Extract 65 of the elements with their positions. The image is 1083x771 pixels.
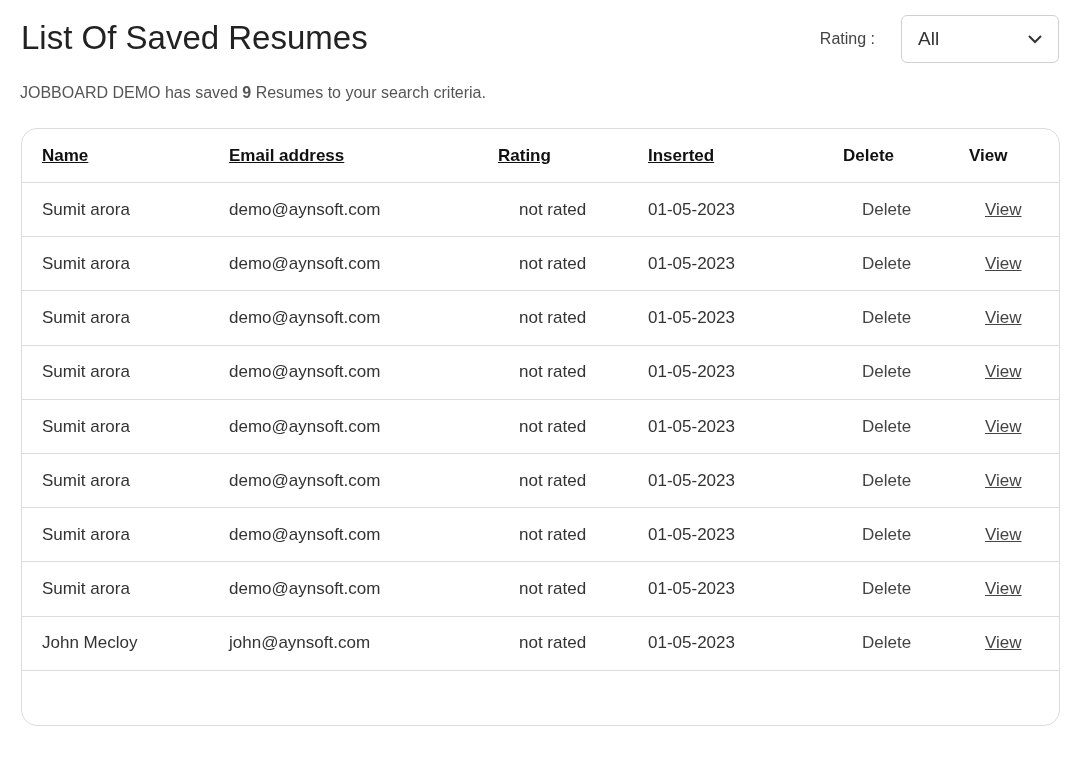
date-cell-text: 01-05-2023 <box>648 578 736 601</box>
view-link[interactable]: View <box>985 362 1022 382</box>
column-header-link[interactable]: Name <box>42 145 89 165</box>
name-cell-text: Sumit arora <box>42 307 131 330</box>
name-cell-text: Sumit arora <box>42 361 131 384</box>
delete-button[interactable]: Delete <box>862 521 912 548</box>
view-link[interactable]: View <box>985 416 1022 436</box>
email-cell-text: demo@aynsoft.com <box>229 253 382 276</box>
view-link[interactable]: View <box>985 524 1022 544</box>
date-cell-text: 01-05-2023 <box>648 253 736 276</box>
name-cell-text: Sumit arora <box>42 415 131 438</box>
email-cell-text: demo@aynsoft.com <box>229 198 382 221</box>
name-cell-text: John Mecloy <box>42 632 139 655</box>
rating-cell: not rated <box>519 254 587 274</box>
rating-cell: not rated <box>519 199 587 219</box>
date-cell-text: 01-05-2023 <box>648 415 736 438</box>
date-cell-text: 01-05-2023 <box>648 361 736 384</box>
view-link[interactable]: View <box>985 470 1022 490</box>
email-cell-text: demo@aynsoft.com <box>229 415 382 438</box>
view-link[interactable]: View <box>985 308 1022 328</box>
delete-button[interactable]: Delete <box>862 576 912 602</box>
delete-button[interactable]: Delete <box>862 251 912 277</box>
email-cell-text: demo@aynsoft.com <box>229 361 382 384</box>
delete-button[interactable]: Delete <box>862 413 912 440</box>
rating-cell: not rated <box>519 633 587 653</box>
name-cell-text: Sumit arora <box>42 198 131 221</box>
delete-button[interactable]: Delete <box>862 359 912 385</box>
name-cell-text: Sumit arora <box>42 253 131 276</box>
view-link[interactable]: View <box>985 633 1022 653</box>
name-cell-text: Sumit arora <box>42 578 131 601</box>
date-cell-text: 01-05-2023 <box>648 469 736 492</box>
rating-cell: not rated <box>519 308 587 328</box>
column-header: View <box>969 145 1008 165</box>
delete-button[interactable]: Delete <box>862 630 912 656</box>
column-header-link[interactable]: Inserted <box>648 145 715 165</box>
column-header-link[interactable]: Rating <box>498 145 551 165</box>
delete-button[interactable]: Delete <box>862 196 912 223</box>
rating-dropdown[interactable]: All <box>901 15 1059 63</box>
rating-filter-label: Rating : <box>819 29 875 49</box>
delete-button[interactable]: Delete <box>862 305 912 331</box>
email-cell-text: demo@aynsoft.com <box>229 469 382 492</box>
rating-cell: not rated <box>519 416 587 436</box>
view-link[interactable]: View <box>985 199 1022 219</box>
view-link[interactable]: View <box>985 579 1022 599</box>
chevron-down-icon <box>1028 34 1042 44</box>
email-cell-text: demo@aynsoft.com <box>229 523 382 546</box>
email-cell-text: demo@aynsoft.com <box>229 307 382 330</box>
rating-cell: not rated <box>519 524 587 544</box>
date-cell-text: 01-05-2023 <box>648 198 736 221</box>
email-cell-text: john@aynsoft.com <box>229 632 372 655</box>
name-cell-text: Sumit arora <box>42 469 131 492</box>
summary-text: JOBBOARD DEMO has saved 9 Resumes to your search criteria. <box>20 83 487 103</box>
view-link[interactable]: View <box>985 254 1022 274</box>
name-cell-text: Sumit arora <box>42 523 131 546</box>
date-cell-text: 01-05-2023 <box>648 632 736 655</box>
date-cell-text: 01-05-2023 <box>648 307 736 330</box>
rating-cell: not rated <box>519 362 587 382</box>
rating-cell: not rated <box>519 579 587 599</box>
rating-cell: not rated <box>519 470 587 490</box>
page-title: List Of Saved Resumes <box>21 18 368 58</box>
date-cell-text: 01-05-2023 <box>648 523 736 546</box>
delete-button[interactable]: Delete <box>862 467 912 494</box>
column-header-link[interactable]: Email address <box>229 145 345 165</box>
email-cell-text: demo@aynsoft.com <box>229 578 382 601</box>
column-header: Delete <box>843 145 895 165</box>
